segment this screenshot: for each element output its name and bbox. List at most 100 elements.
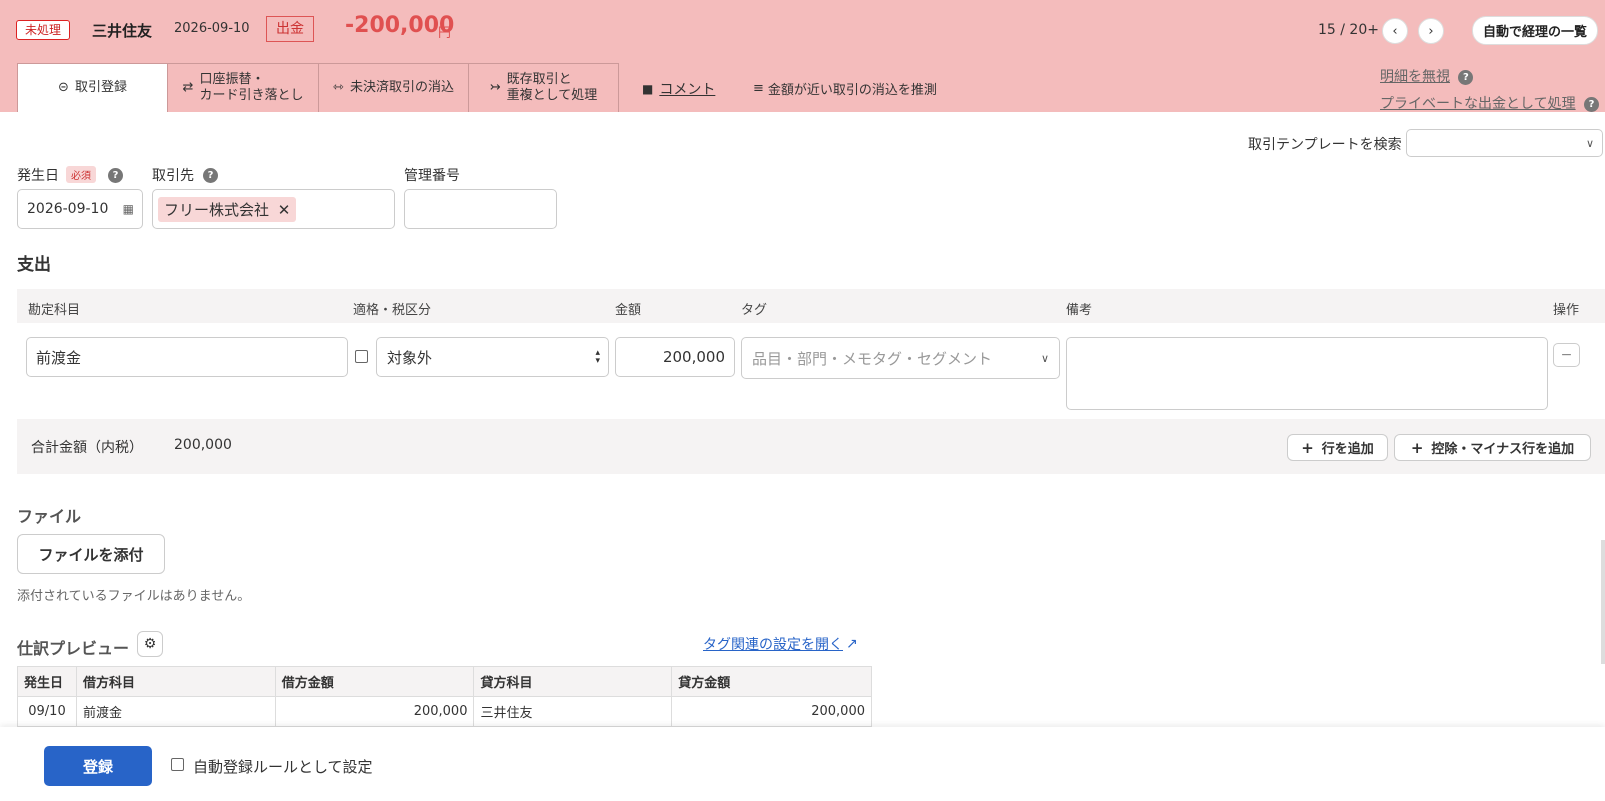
qualified-checkbox[interactable] [355, 350, 368, 363]
tab-settlement[interactable]: ⇿ 未決済取引の消込 [318, 63, 469, 112]
col-tax: 適格・税区分 [353, 303, 432, 318]
ignore-link-row: 明細を無視 ? [1380, 66, 1474, 86]
comment-link[interactable]: ■ コメント [642, 79, 715, 99]
help-icon[interactable]: ? [203, 168, 218, 183]
remove-row-button[interactable]: − [1553, 343, 1580, 367]
register-button[interactable]: 登録 [44, 746, 152, 786]
tab-label-line1: 口座振替・ [199, 72, 265, 87]
chevron-down-icon: ∨ [1040, 351, 1049, 365]
expense-table-header [17, 289, 1605, 323]
attach-file-button[interactable]: ファイルを添付 [17, 534, 165, 574]
auto-rule-checkbox[interactable] [171, 758, 184, 771]
transaction-date: 2026-09-10 [174, 21, 250, 36]
suggest-label: 金額が近い取引の消込を推測 [767, 83, 937, 98]
preview-header-row: 発生日 借方科目 借方金額 貸方科目 貸方金額 [17, 666, 872, 697]
partner-name: フリー株式会社 [164, 200, 270, 219]
date-label: 発生日 [17, 168, 59, 184]
tab-duplicate[interactable]: ↣ 既存取引と 重複として処理 [468, 63, 619, 112]
tag-select[interactable]: 品目・部門・メモタグ・セグメント ∨ [741, 337, 1060, 379]
chevron-down-icon: ∨ [1585, 136, 1594, 150]
scrollbar[interactable] [1601, 540, 1605, 664]
calendar-icon: ▦ [122, 202, 134, 216]
auto-rule-label: 自動登録ルールとして設定 [193, 758, 373, 776]
bank-name: 三井住友 [92, 22, 153, 40]
account-value: 前渡金 [36, 348, 82, 367]
partner-label: 取引先 [152, 168, 194, 184]
tag-settings-link[interactable]: タグ関連の設定を開く ↗ [703, 634, 858, 654]
memo-textarea[interactable] [1066, 337, 1548, 410]
table-row: 09/10 前渡金 200,000 三井住友 200,000 [17, 696, 872, 727]
chevron-left-icon: ‹ [1392, 23, 1398, 39]
help-icon[interactable]: ? [1584, 96, 1600, 112]
template-label: 取引テンプレートを検索 [1248, 137, 1402, 153]
minus-icon: − [1560, 347, 1573, 363]
template-select[interactable]: ∨ [1406, 129, 1603, 157]
col-account: 勘定科目 [28, 303, 81, 318]
list-check-icon: ≡ [753, 81, 764, 96]
file-title: ファイル [17, 507, 82, 526]
mgmt-number-input[interactable] [404, 189, 557, 229]
tab-transfer[interactable]: ⇄ 口座振替・ カード引き落とし [167, 63, 319, 112]
chevron-right-icon: › [1428, 23, 1434, 39]
currency-label: 円 [438, 26, 452, 41]
private-link[interactable]: プライベートな出金として処理 [1380, 96, 1576, 112]
account-input[interactable]: 前渡金 [26, 337, 348, 377]
add-row-button[interactable]: + 行を追加 [1287, 434, 1388, 461]
help-icon[interactable]: ? [1458, 69, 1474, 85]
preview-table: 発生日 借方科目 借方金額 貸方科目 貸方金額 09/10 前渡金 200,00… [17, 666, 872, 727]
preview-cell: 前渡金 [75, 696, 276, 727]
plus-icon: + [1410, 438, 1424, 457]
tab-register[interactable]: ⊝ 取引登録 [17, 63, 168, 112]
partner-input[interactable]: フリー株式会社 ✕ [152, 189, 395, 229]
prev-button[interactable]: ‹ [1382, 18, 1408, 44]
preview-cell: 09/10 [17, 696, 77, 727]
auto-list-button[interactable]: 自動で経理の一覧 [1472, 16, 1599, 45]
tax-select[interactable]: 対象外 ▴ ▾ [376, 337, 609, 377]
required-badge: 必須 [66, 166, 96, 183]
tab-label-line2: カード引き落とし [199, 88, 304, 103]
preview-settings-button[interactable]: ⚙ [137, 631, 163, 657]
tag-placeholder: 品目・部門・メモタグ・セグメント [752, 349, 993, 368]
add-minus-row-button[interactable]: + 控除・マイナス行を追加 [1394, 434, 1591, 461]
transfer-icon: ⇄ [182, 80, 194, 95]
tab-label-wrap: 既存取引と 重複として処理 [507, 72, 598, 104]
external-link-icon: ↗ [846, 636, 858, 652]
tab-label-wrap: 口座振替・ カード引き落とし [199, 72, 303, 104]
status-badge: 未処理 [16, 20, 71, 40]
amount-value: 200,000 [662, 348, 725, 366]
attach-file-label: ファイルを添付 [38, 545, 144, 564]
tax-value: 対象外 [387, 348, 433, 367]
tag-settings-label: タグ関連の設定を開く [703, 637, 843, 653]
preview-title: 仕訳プレビュー [17, 639, 130, 658]
no-file-text: 添付されているファイルはありません。 [17, 589, 251, 604]
date-value: 2026-09-10 [27, 201, 109, 217]
transaction-header: 未処理 三井住友 2026-09-10 出金 -200,000 円 15 / 2… [0, 0, 1605, 112]
preview-col: 借方科目 [75, 666, 276, 697]
expense-title: 支出 [17, 255, 51, 275]
add-row-label: 行を追加 [1321, 442, 1374, 457]
preview-cell: 三井住友 [473, 696, 673, 727]
minus-circle-icon: ⊝ [58, 80, 69, 95]
help-icon[interactable]: ? [108, 168, 123, 183]
preview-col: 借方金額 [274, 666, 475, 697]
date-input[interactable]: 2026-09-10 ▦ [17, 189, 143, 229]
tab-label: 未決済取引の消込 [349, 80, 454, 95]
ignore-link[interactable]: 明細を無視 [1380, 69, 1450, 85]
duplicate-arrow-icon: ↣ [489, 80, 501, 95]
col-actions: 操作 [1553, 303, 1580, 318]
preview-col: 貸方金額 [671, 666, 872, 697]
preview-col: 貸方科目 [473, 666, 673, 697]
amount-input[interactable]: 200,000 [615, 337, 735, 377]
partner-tag: フリー株式会社 ✕ [158, 196, 297, 222]
next-button[interactable]: › [1418, 18, 1444, 44]
add-minus-row-label: 控除・マイナス行を追加 [1431, 442, 1575, 457]
type-badge: 出金 [266, 16, 314, 42]
preview-cell: 200,000 [671, 696, 872, 727]
comment-label: コメント [659, 82, 716, 98]
close-icon[interactable]: ✕ [278, 201, 291, 219]
total-value: 200,000 [174, 437, 232, 453]
col-amount: 金額 [615, 303, 642, 318]
preview-cell: 200,000 [274, 696, 475, 727]
suggest-link[interactable]: ≡ 金額が近い取引の消込を推測 [753, 79, 937, 98]
pager-count: 15 / 20+ [1318, 22, 1379, 38]
